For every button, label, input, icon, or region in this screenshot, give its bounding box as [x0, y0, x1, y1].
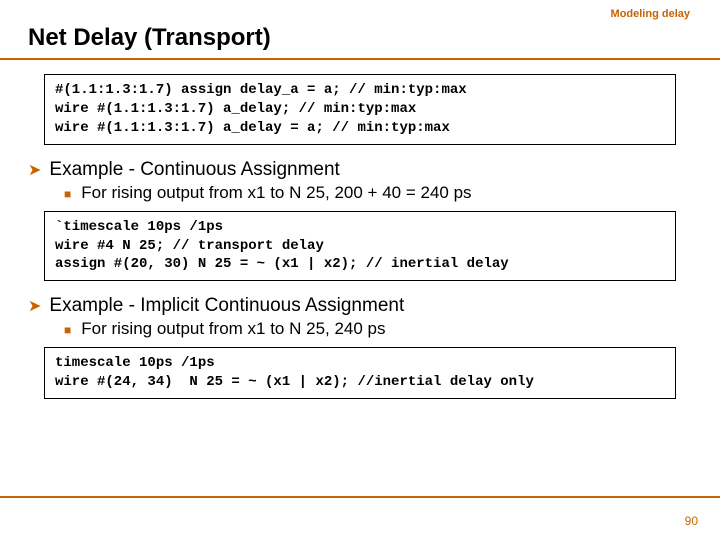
code-block-1: #(1.1:1.3:1.7) assign delay_a = a; // mi…	[44, 74, 676, 145]
bullet-example-implicit: ➤ Example - Implicit Continuous Assignme…	[28, 295, 692, 317]
section-label: Modeling delay	[611, 8, 690, 20]
content-area: #(1.1:1.3:1.7) assign delay_a = a; // mi…	[0, 74, 720, 399]
subbullet-text: For rising output from x1 to N 25, 200 +…	[81, 183, 471, 203]
footer-rule	[0, 496, 720, 498]
subbullet-rising-240b: ■ For rising output from x1 to N 25, 240…	[64, 319, 692, 339]
bullet-text: Example - Implicit Continuous Assignment	[49, 295, 404, 317]
subbullet-text: For rising output from x1 to N 25, 240 p…	[81, 319, 385, 339]
square-icon: ■	[64, 323, 71, 337]
bullet-text: Example - Continuous Assignment	[49, 159, 339, 181]
arrow-icon: ➤	[28, 160, 41, 180]
code-block-2: `timescale 10ps /1ps wire #4 N 25; // tr…	[44, 211, 676, 282]
bullet-example-continuous: ➤ Example - Continuous Assignment	[28, 159, 692, 181]
square-icon: ■	[64, 187, 71, 201]
title-rule	[0, 58, 720, 60]
page-number: 90	[685, 514, 698, 528]
code-block-3: timescale 10ps /1ps wire #(24, 34) N 25 …	[44, 347, 676, 399]
arrow-icon: ➤	[28, 296, 41, 316]
subbullet-rising-240: ■ For rising output from x1 to N 25, 200…	[64, 183, 692, 203]
